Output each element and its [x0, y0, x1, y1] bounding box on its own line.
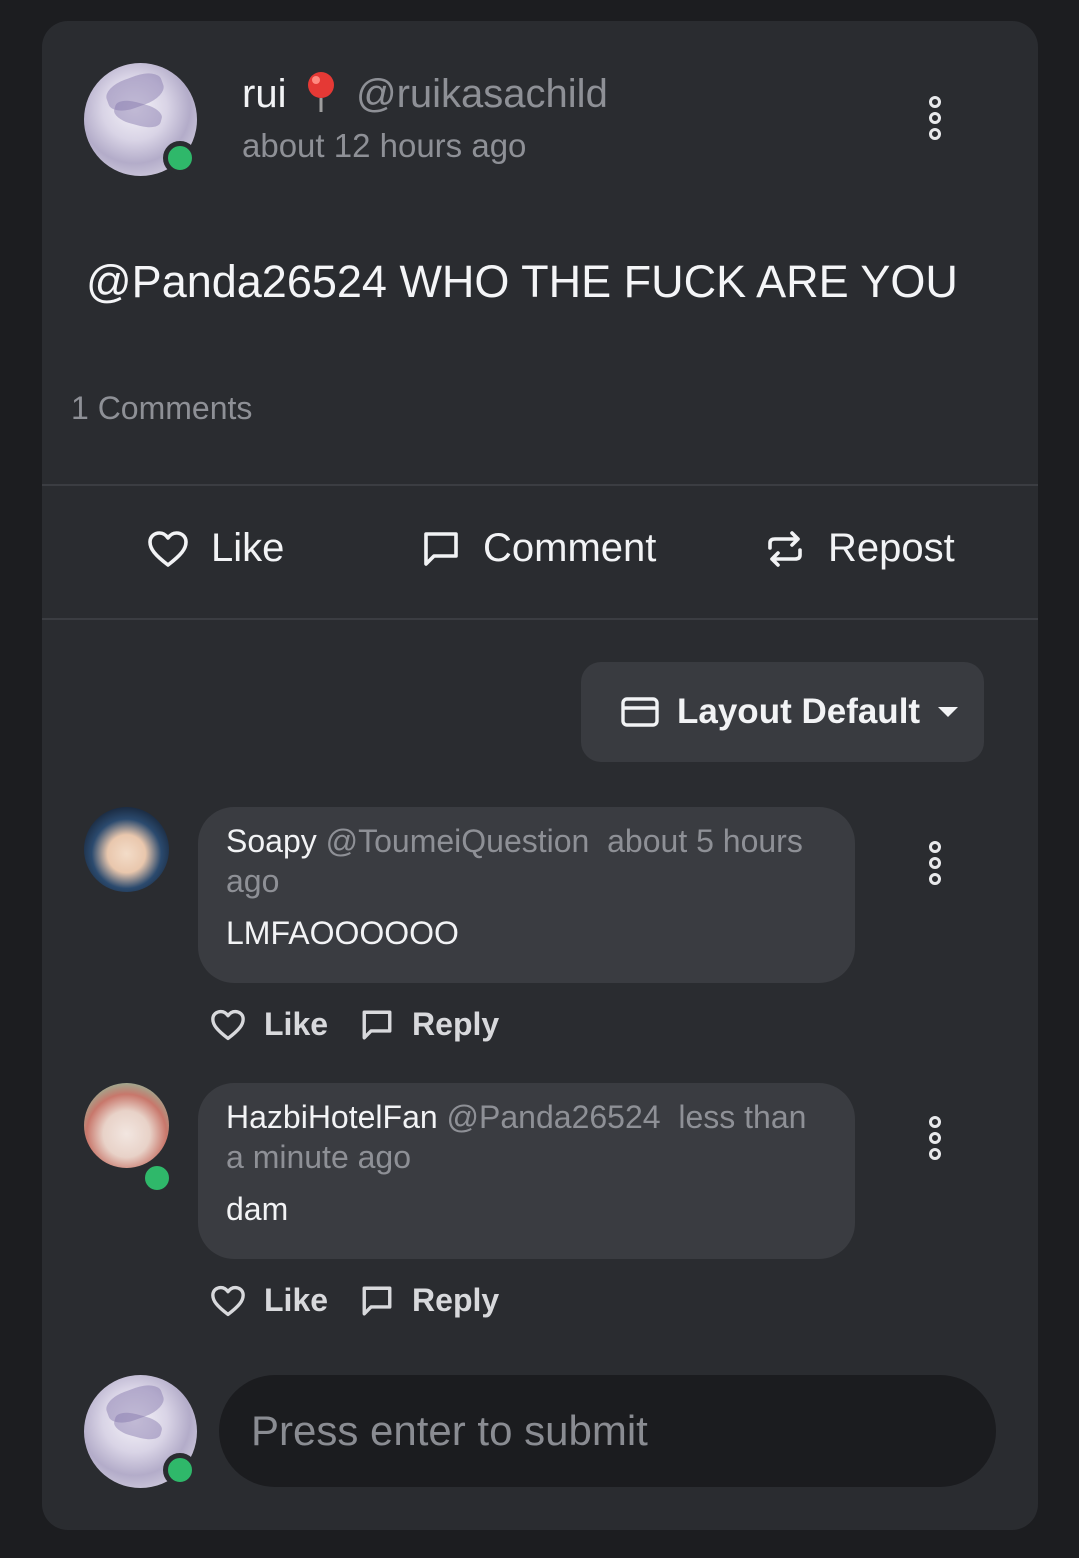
repost-button[interactable]: Repost	[764, 526, 955, 571]
like-button[interactable]: Like	[147, 526, 284, 571]
online-status-dot	[163, 141, 197, 175]
comment-label: Comment	[483, 526, 657, 570]
comment-author-name[interactable]: Soapy	[226, 823, 317, 859]
comment-bubble: HazbiHotelFan @Panda26524 less than a mi…	[198, 1083, 855, 1259]
comment-like-button[interactable]: Like	[210, 1282, 328, 1319]
post-card	[42, 21, 1038, 1530]
pin-emoji	[304, 70, 338, 119]
layout-selector-button[interactable]: Layout Default	[581, 662, 984, 762]
comment-icon	[362, 1010, 392, 1039]
post-body: @Panda26524 WHO THE FUCK ARE YOU	[86, 256, 958, 307]
comments-count[interactable]: 1 Comments	[71, 390, 252, 427]
comment-reply-button[interactable]: Reply	[360, 1006, 499, 1043]
online-status-dot	[140, 1161, 174, 1195]
comment-more-icon[interactable]	[925, 841, 945, 885]
divider	[42, 618, 1038, 620]
like-label: Like	[211, 526, 285, 570]
comment-actions: Like Reply	[210, 1006, 531, 1043]
comment-reply-button[interactable]: Reply	[360, 1282, 499, 1319]
post-timestamp: about 12 hours ago	[242, 127, 527, 164]
heart-icon	[211, 1009, 245, 1040]
comment-reply-label: Reply	[412, 1282, 500, 1318]
divider	[42, 484, 1038, 486]
comment-bubble: Soapy @ToumeiQuestion about 5 hours ago …	[198, 807, 855, 983]
repost-label: Repost	[828, 526, 955, 570]
author-name[interactable]: rui	[242, 72, 286, 117]
commenter-avatar[interactable]	[84, 1083, 169, 1168]
comment-author-name[interactable]: HazbiHotelFan	[226, 1099, 438, 1135]
comment-actions: Like Reply	[210, 1282, 531, 1319]
comment-text: LMFAOOOOOO	[226, 915, 459, 951]
online-status-dot	[163, 1453, 197, 1487]
caret-down-icon	[938, 707, 959, 717]
card-layout-icon	[621, 697, 659, 727]
comment-text: dam	[226, 1191, 289, 1227]
author-handle[interactable]: @ruikasachild	[356, 72, 608, 117]
heart-icon	[211, 1285, 245, 1316]
repost-icon	[768, 530, 802, 567]
comment-reply-label: Reply	[412, 1006, 500, 1042]
post-more-icon[interactable]	[925, 96, 945, 140]
comment-like-label: Like	[264, 1006, 329, 1042]
comment-icon	[424, 531, 458, 566]
comment-more-icon[interactable]	[925, 1116, 945, 1160]
comment-like-button[interactable]: Like	[210, 1006, 328, 1043]
comment-author-handle[interactable]: @ToumeiQuestion	[326, 823, 590, 859]
comment-input[interactable]	[219, 1375, 996, 1487]
comment-button[interactable]: Comment	[421, 526, 656, 571]
commenter-avatar[interactable]	[84, 807, 169, 892]
comment-icon	[362, 1286, 392, 1315]
comment-author-handle[interactable]: @Panda26524	[447, 1099, 661, 1135]
heart-icon	[148, 530, 188, 567]
layout-selector-label: Layout Default	[677, 692, 921, 731]
comment-like-label: Like	[264, 1282, 329, 1318]
